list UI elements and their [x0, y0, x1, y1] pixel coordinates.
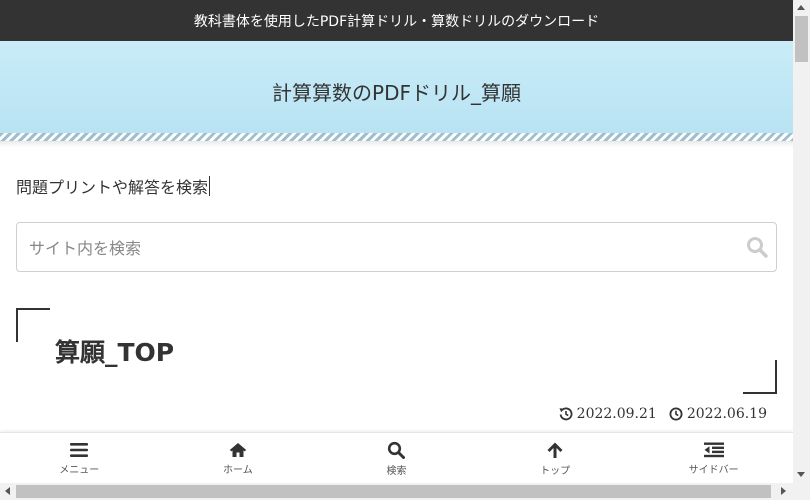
vertical-scrollbar[interactable]: [793, 0, 810, 483]
scroll-left-arrow-icon[interactable]: [5, 487, 10, 495]
search-icon: [388, 441, 406, 459]
page-title: 算願_TOP: [55, 338, 175, 367]
home-icon: [229, 442, 247, 457]
clock-icon: [669, 407, 683, 421]
banner-text: 教科書体を使用したPDF計算ドリル・算数ドリルのダウンロード: [193, 13, 600, 30]
updated-date: 2022.09.21: [559, 406, 657, 422]
published-date: 2022.06.19: [669, 406, 767, 422]
history-icon: [559, 407, 573, 421]
search-widget-title: 問題プリントや解答を検索: [16, 176, 211, 197]
page: 教科書体を使用したPDF計算ドリル・算数ドリルのダウンロード 計算算数のPDFド…: [0, 0, 793, 483]
header-shadow: [0, 141, 793, 147]
horizontal-scrollbar[interactable]: [0, 483, 810, 500]
scroll-up-arrow-icon[interactable]: [797, 5, 805, 10]
nav-sidebar-button[interactable]: サイドバー: [634, 433, 793, 483]
footer-mobile-nav: メニュー ホーム 検索 トップ サイドバー: [0, 432, 793, 483]
nav-home-button[interactable]: ホーム: [159, 433, 318, 483]
scroll-down-arrow-icon[interactable]: [797, 472, 805, 477]
nav-top-button[interactable]: トップ: [476, 433, 635, 483]
site-header: 計算算数のPDFドリル_算願: [0, 41, 793, 141]
arrow-up-icon: [547, 442, 563, 458]
nav-menu-button[interactable]: メニュー: [0, 433, 159, 483]
scroll-right-arrow-icon[interactable]: [781, 487, 786, 495]
title-corner-bottom-right: [743, 360, 777, 394]
menu-icon: [70, 442, 89, 457]
horizontal-scroll-thumb[interactable]: [16, 485, 771, 498]
title-corner-top-left: [16, 308, 50, 342]
vertical-scroll-thumb[interactable]: [795, 16, 808, 62]
nav-search-button[interactable]: 検索: [317, 433, 476, 483]
site-title-link[interactable]: 計算算数のPDFドリル_算願: [272, 77, 521, 106]
post-dates: 2022.09.21 2022.06.19: [559, 406, 767, 422]
header-stripe: [0, 133, 793, 141]
search-submit-button[interactable]: [746, 236, 768, 258]
search-input[interactable]: [27, 223, 731, 273]
sidebar-icon: [703, 442, 724, 457]
top-banner: 教科書体を使用したPDF計算ドリル・算数ドリルのダウンロード: [0, 0, 793, 41]
text-caret: [209, 176, 211, 196]
search-icon: [747, 237, 768, 258]
search-form: [16, 222, 777, 273]
